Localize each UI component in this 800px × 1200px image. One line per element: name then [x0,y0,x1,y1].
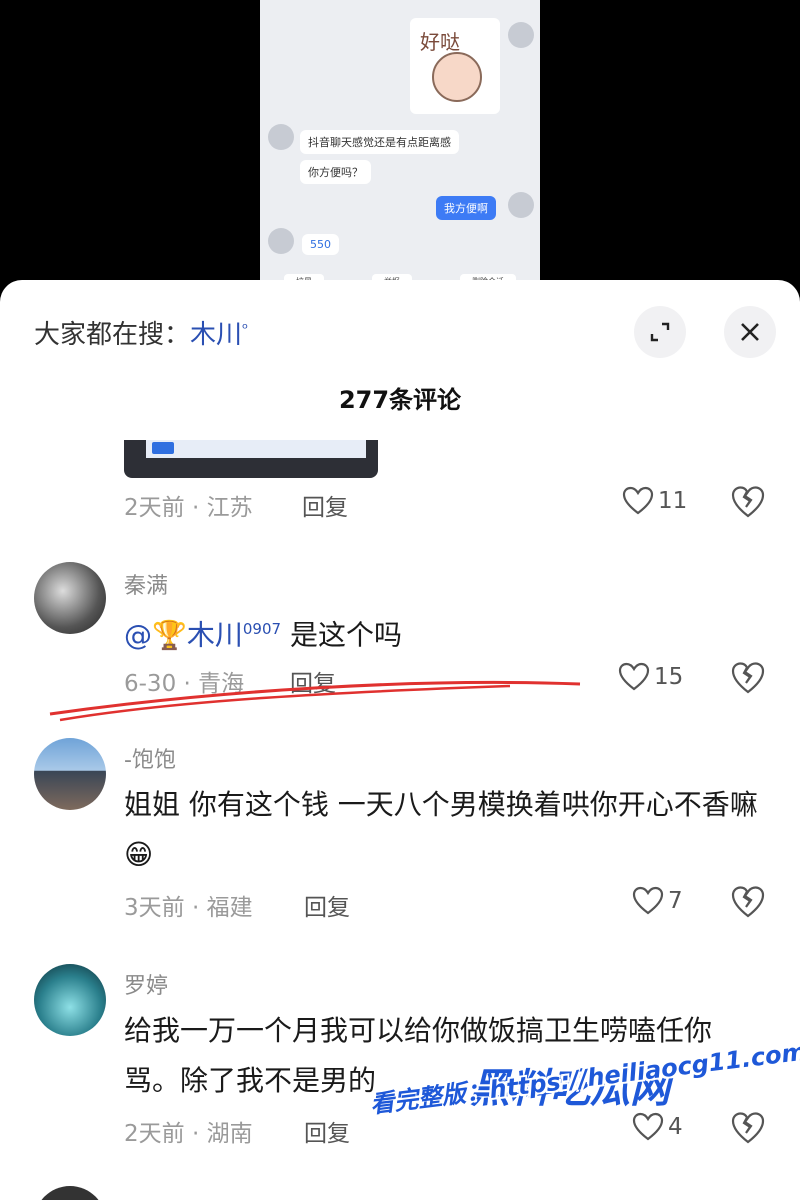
video-frame: 好哒 抖音聊天感觉还是有点距离感 你方便吗？ 我方便啊 550 拉黑 举报 删除… [260,0,540,290]
like-count: 15 [654,664,684,690]
like-button[interactable]: 11 [622,486,687,516]
heart-icon [622,486,654,515]
avatar [508,22,534,48]
comment-meta: 2天前 · 江苏 [124,495,253,521]
avatar [268,124,294,150]
avatar[interactable] [34,964,106,1036]
avatar [268,228,294,254]
close-icon [741,323,759,341]
reply-button[interactable]: 回复 [304,1114,350,1148]
avatar[interactable] [34,1186,106,1200]
comment-text: 姐姐 你有这个钱 一天八个男模换着哄你开心不香嘛😁 [124,788,758,871]
search-prefix: 大家都在搜： [34,320,191,350]
chat-message: 抖音聊天感觉还是有点距离感 [300,130,459,154]
search-icon: ᵒ [242,319,249,338]
comment-username[interactable]: -饱饱 [124,742,176,774]
heart-icon [632,1112,664,1141]
dislike-button[interactable] [730,1110,766,1146]
like-count: 7 [668,888,683,914]
comment-image[interactable] [124,440,378,478]
comment-username[interactable]: 秦满 [124,568,168,600]
like-button[interactable]: 4 [632,1112,683,1142]
close-button[interactable] [724,306,776,358]
comment-meta: 3天前 · 福建 [124,895,253,921]
dislike-button[interactable] [730,660,766,696]
reply-button[interactable]: 回复 [304,888,350,922]
chat-message: 你方便吗？ [300,160,371,184]
expand-button[interactable] [634,306,686,358]
mention-link[interactable]: @🏆木川 [124,618,243,651]
dislike-button[interactable] [730,884,766,920]
like-count: 11 [658,488,688,514]
reply-button[interactable]: 回复 [302,488,348,522]
avatar [508,192,534,218]
like-button[interactable]: 7 [632,886,683,916]
red-underline [49,680,581,722]
sticker-text: 好哒 [420,30,460,54]
comment-username[interactable]: 罗婷 [124,968,168,1000]
avatar[interactable] [34,562,106,634]
comment-body: 是这个吗 [281,618,402,652]
like-count: 4 [668,1114,683,1140]
comment-count-title: 277条评论 [338,386,462,414]
search-keyword[interactable]: 木川 [190,320,242,350]
heart-icon [618,662,650,691]
dislike-button[interactable] [730,484,766,520]
heart-icon [632,886,664,915]
comment-text: @🏆木川0907 是这个吗 [124,604,764,660]
comment-meta: 2天前 · 湖南 [124,1121,253,1147]
chat-message: 我方便啊 [436,196,496,220]
avatar[interactable] [34,738,106,810]
chat-message: 550 [302,234,339,255]
like-button[interactable]: 15 [618,662,683,692]
mention-sup: 0907 [242,620,282,638]
expand-icon [650,322,670,342]
sticker-image: 好哒 [410,18,500,114]
search-suggestion[interactable]: 大家都在搜：木川ᵒ [34,314,248,351]
